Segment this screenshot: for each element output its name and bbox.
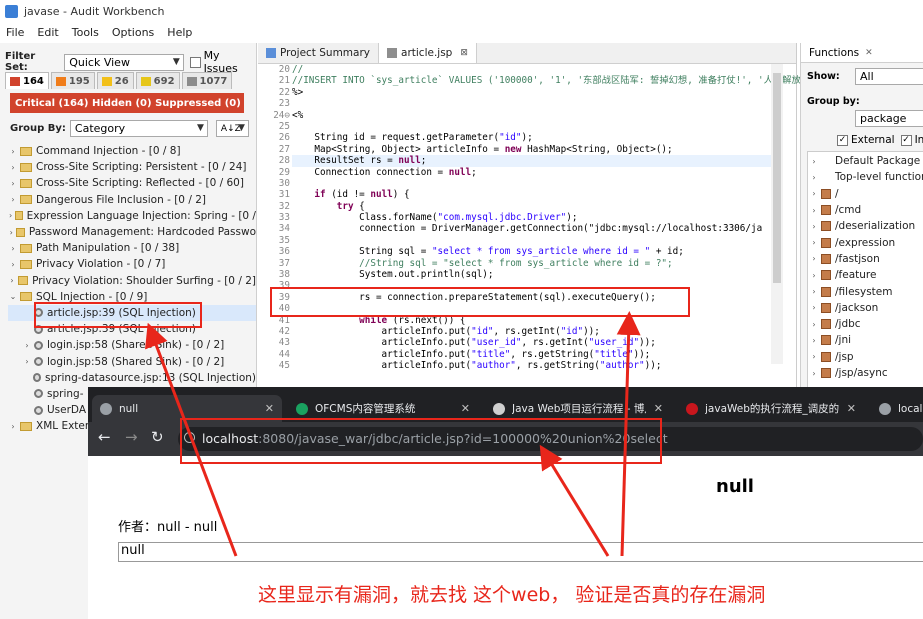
annotation-caption: 这里显示有漏洞，就去找 这个web， 验证是否真的存在漏洞 — [258, 584, 766, 606]
arrow-to-issue — [145, 322, 238, 557]
annotation-arrows — [145, 311, 641, 557]
arrow-to-code — [616, 311, 641, 557]
arrow-to-url — [539, 444, 610, 557]
